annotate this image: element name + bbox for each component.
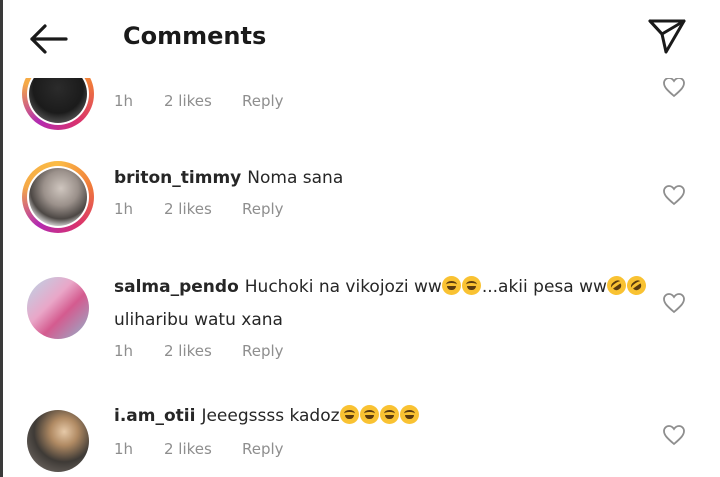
comment-username[interactable]: salma_pendo: [114, 277, 239, 297]
paper-plane-icon: [648, 19, 686, 54]
comment-likes[interactable]: 2 likes: [164, 92, 242, 110]
comment-username[interactable]: i.am_otii: [114, 406, 195, 426]
joy-emoji-icon: [399, 405, 419, 424]
comment-body: Jeeegssss kadoz: [201, 406, 340, 426]
back-button[interactable]: [24, 18, 72, 60]
joy-emoji-icon: [441, 276, 461, 295]
comment-likes[interactable]: 2 likes: [164, 440, 242, 458]
comment-likes[interactable]: 2 likes: [164, 200, 242, 218]
share-button[interactable]: [644, 14, 688, 58]
heart-icon[interactable]: [662, 424, 686, 446]
comment-body: Noma sana: [247, 168, 344, 188]
comment-username[interactable]: briton_timmy: [114, 168, 241, 188]
rofl-emoji-icon: [623, 272, 650, 299]
comment-time: 1h: [114, 342, 134, 360]
joy-emoji-icon: [339, 405, 359, 424]
joy-emoji-icon: [359, 405, 379, 424]
comment-meta: 1h 2 likes Reply: [114, 200, 284, 218]
joy-emoji-icon: [461, 276, 481, 295]
comment-meta: 1h 2 likes Reply: [114, 440, 284, 458]
comment-time: 1h: [114, 200, 134, 218]
comment-meta: 1h 2 likes Reply: [114, 342, 284, 360]
reply-button[interactable]: Reply: [242, 92, 284, 110]
comment-body-cont: ...akii pesa ww: [481, 277, 607, 297]
comment-body: Huchoki na vikojozi ww: [244, 277, 442, 297]
comment-text: salma_pendo Huchoki na vikojozi ww ...akii…: [114, 272, 650, 299]
comment-likes[interactable]: 2 likes: [164, 342, 242, 360]
header-bar: Comments: [0, 0, 720, 78]
arrow-left-icon: [30, 24, 68, 54]
page-title: Comments: [123, 22, 267, 50]
avatar[interactable]: [22, 272, 94, 344]
avatar[interactable]: [22, 405, 94, 477]
reply-button[interactable]: Reply: [242, 342, 284, 360]
comment-text-line2: uliharibu watu xana: [114, 310, 283, 330]
comment-text: i.am_otii Jeeegssss kadoz: [114, 405, 420, 426]
comment-time: 1h: [114, 440, 134, 458]
avatar[interactable]: [22, 161, 94, 233]
heart-icon[interactable]: [662, 292, 686, 314]
comment-meta: 1h 2 likes Reply: [114, 92, 284, 110]
heart-icon[interactable]: [662, 76, 686, 98]
reply-button[interactable]: Reply: [242, 200, 284, 218]
window-edge: [0, 0, 3, 477]
joy-emoji-icon: [379, 405, 399, 424]
comment-time: 1h: [114, 92, 134, 110]
comment-text: briton_timmy Noma sana: [114, 168, 343, 188]
heart-icon[interactable]: [662, 184, 686, 206]
reply-button[interactable]: Reply: [242, 440, 284, 458]
